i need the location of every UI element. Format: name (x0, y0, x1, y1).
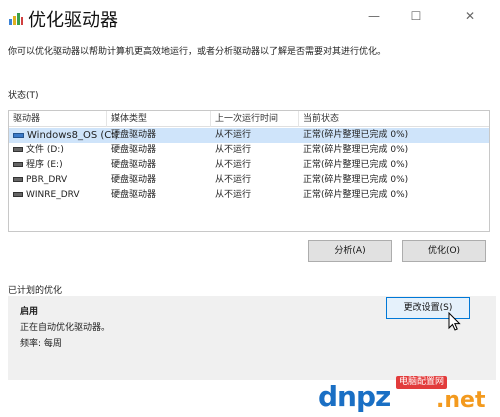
analyze-button[interactable]: 分析(A) (308, 240, 392, 262)
hard-drive-icon (13, 192, 23, 197)
windows-drive-icon (13, 132, 24, 138)
drive-row[interactable]: 程序 (E:) 硬盘驱动器 从不运行 正常(碎片整理已完成 0%) (9, 158, 489, 173)
defrag-app-icon (9, 13, 23, 25)
last-run: 从不运行 (215, 160, 252, 170)
media-type: 硬盘驱动器 (111, 160, 157, 170)
current-status: 正常(碎片整理已完成 0%) (303, 175, 409, 185)
schedule-frequency: 频率: 每周 (20, 339, 62, 349)
column-header-drive[interactable]: 驱动器 (9, 111, 107, 127)
current-status: 正常(碎片整理已完成 0%) (303, 145, 409, 155)
status-label: 状态(T) (8, 91, 39, 101)
drive-list-header: 驱动器 媒体类型 上一次运行时间 当前状态 (9, 111, 489, 127)
drive-row[interactable]: WINRE_DRV 硬盘驱动器 从不运行 正常(碎片整理已完成 0%) (9, 188, 489, 203)
media-type: 硬盘驱动器 (111, 145, 157, 155)
watermark-badge: 电脑配置网 (396, 376, 448, 389)
hard-drive-icon (13, 147, 23, 152)
last-run: 从不运行 (215, 130, 252, 140)
scheduled-optimization-panel: 启用 正在自动优化驱动器。 频率: 每周 更改设置(S) (8, 296, 496, 380)
scheduled-optimization-label: 已计划的优化 (8, 286, 63, 296)
title-bar: 优化驱动器 — ☐ ✕ (0, 0, 500, 36)
current-status: 正常(碎片整理已完成 0%) (303, 130, 409, 140)
last-run: 从不运行 (215, 190, 252, 200)
schedule-state: 启用 (20, 307, 39, 317)
hard-drive-icon (13, 177, 23, 182)
drive-name: PBR_DRV (26, 175, 68, 185)
media-type: 硬盘驱动器 (111, 190, 157, 200)
media-type: 硬盘驱动器 (111, 130, 157, 140)
watermark-logo: dnpz (318, 380, 391, 413)
current-status: 正常(碎片整理已完成 0%) (303, 160, 409, 170)
last-run: 从不运行 (215, 145, 252, 155)
drive-name: WINRE_DRV (26, 190, 80, 200)
schedule-detail: 正在自动优化驱动器。 (20, 323, 111, 333)
column-header-current-status[interactable]: 当前状态 (299, 111, 489, 127)
current-status: 正常(碎片整理已完成 0%) (303, 190, 409, 200)
hard-drive-icon (13, 162, 23, 167)
column-header-last-run[interactable]: 上一次运行时间 (211, 111, 299, 127)
drive-name: 文件 (D:) (26, 145, 64, 155)
drive-name: 程序 (E:) (26, 160, 63, 170)
drive-row[interactable]: Windows8_OS (C:) 硬盘驱动器 从不运行 正常(碎片整理已完成 0… (9, 128, 489, 143)
description-text: 你可以优化驱动器以帮助计算机更高效地运行，或者分析驱动器以了解是否需要对其进行优… (8, 47, 387, 57)
drive-name: Windows8_OS (C:) (27, 130, 119, 141)
drive-list[interactable]: 驱动器 媒体类型 上一次运行时间 当前状态 Windows8_OS (C:) 硬… (8, 110, 490, 232)
optimize-button[interactable]: 优化(O) (402, 240, 486, 262)
mouse-cursor-icon (448, 312, 461, 331)
site-watermark: dnpz .net 电脑配置网 (318, 376, 498, 416)
column-header-media-type[interactable]: 媒体类型 (107, 111, 211, 127)
maximize-button[interactable]: ☐ (402, 7, 430, 25)
last-run: 从不运行 (215, 175, 252, 185)
minimize-button[interactable]: — (360, 7, 388, 25)
close-button[interactable]: ✕ (456, 7, 484, 25)
drive-row[interactable]: 文件 (D:) 硬盘驱动器 从不运行 正常(碎片整理已完成 0%) (9, 143, 489, 158)
window-title: 优化驱动器 (28, 10, 118, 31)
watermark-domain: .net (436, 388, 486, 413)
media-type: 硬盘驱动器 (111, 175, 157, 185)
drive-row[interactable]: PBR_DRV 硬盘驱动器 从不运行 正常(碎片整理已完成 0%) (9, 173, 489, 188)
